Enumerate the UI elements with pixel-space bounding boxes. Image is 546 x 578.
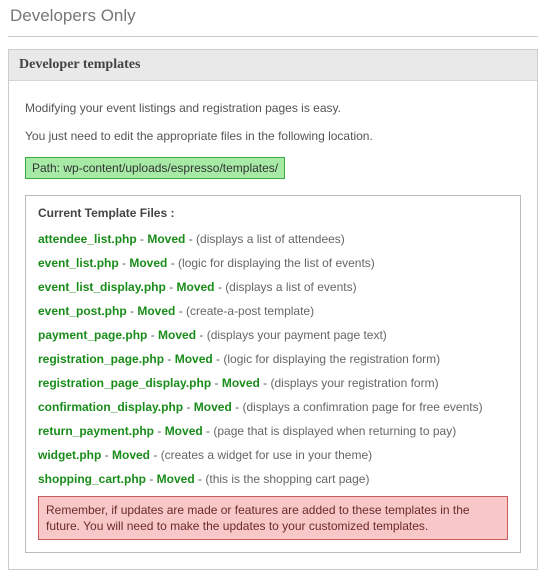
template-file-status: Moved <box>112 448 150 462</box>
template-file-description: (creates a widget for use in your theme) <box>161 448 372 462</box>
template-file-name: event_list.php <box>38 256 119 270</box>
separator: - <box>183 400 194 414</box>
template-file-row: payment_page.php - Moved - (displays you… <box>38 328 508 342</box>
separator: - <box>101 448 112 462</box>
intro-text-1: Modifying your event listings and regist… <box>25 101 521 115</box>
separator: - <box>196 328 207 342</box>
templates-path-box: Path: wp-content/uploads/espresso/templa… <box>25 157 285 179</box>
developer-templates-panel: Developer templates Modifying your event… <box>8 49 538 570</box>
panel-body: Modifying your event listings and regist… <box>9 81 537 569</box>
template-file-row: widget.php - Moved - (creates a widget f… <box>38 448 508 462</box>
template-file-name: registration_page.php <box>38 352 164 366</box>
separator: - <box>215 280 226 294</box>
separator: - <box>232 400 243 414</box>
template-file-name: shopping_cart.php <box>38 472 146 486</box>
template-file-name: return_payment.php <box>38 424 154 438</box>
separator: - <box>164 352 175 366</box>
template-file-description: (page that is displayed when returning t… <box>213 424 456 438</box>
panel-header: Developer templates <box>9 50 537 81</box>
template-file-description: (displays a list of attendees) <box>196 232 345 246</box>
separator: - <box>147 328 158 342</box>
template-file-row: event_list.php - Moved - (logic for disp… <box>38 256 508 270</box>
template-file-name: widget.php <box>38 448 101 462</box>
template-file-status: Moved <box>175 352 213 366</box>
warning-box: Remember, if updates are made or feature… <box>38 496 508 540</box>
template-file-name: confirmation_display.php <box>38 400 183 414</box>
template-file-description: (logic for displaying the list of events… <box>178 256 375 270</box>
template-file-row: attendee_list.php - Moved - (displays a … <box>38 232 508 246</box>
separator: - <box>203 424 214 438</box>
template-file-row: return_payment.php - Moved - (page that … <box>38 424 508 438</box>
separator: - <box>154 424 165 438</box>
template-file-name: attendee_list.php <box>38 232 137 246</box>
template-file-name: event_list_display.php <box>38 280 166 294</box>
separator: - <box>213 352 224 366</box>
template-file-name: payment_page.php <box>38 328 147 342</box>
template-file-description: (create-a-post template) <box>186 304 314 318</box>
template-file-status: Moved <box>157 472 195 486</box>
template-file-row: shopping_cart.php - Moved - (this is the… <box>38 472 508 486</box>
template-file-description: (displays your registration form) <box>271 376 439 390</box>
template-file-status: Moved <box>129 256 167 270</box>
separator: - <box>150 448 161 462</box>
template-file-row: event_post.php - Moved - (create-a-post … <box>38 304 508 318</box>
template-file-status: Moved <box>147 232 185 246</box>
separator: - <box>119 256 130 270</box>
template-file-row: event_list_display.php - Moved - (displa… <box>38 280 508 294</box>
template-file-description: (displays your payment page text) <box>207 328 387 342</box>
divider <box>8 36 538 37</box>
template-file-name: event_post.php <box>38 304 127 318</box>
template-file-status: Moved <box>158 328 196 342</box>
template-file-description: (displays a confimration page for free e… <box>242 400 482 414</box>
separator: - <box>260 376 271 390</box>
template-file-status: Moved <box>137 304 175 318</box>
template-file-row: confirmation_display.php - Moved - (disp… <box>38 400 508 414</box>
template-file-description: (this is the shopping cart page) <box>205 472 369 486</box>
template-files-title: Current Template Files : <box>38 206 508 220</box>
template-files-box: Current Template Files : attendee_list.p… <box>25 195 521 553</box>
page-title: Developers Only <box>0 0 546 36</box>
template-file-status: Moved <box>194 400 232 414</box>
separator: - <box>166 280 177 294</box>
separator: - <box>175 304 186 318</box>
template-file-status: Moved <box>177 280 215 294</box>
template-file-status: Moved <box>222 376 260 390</box>
template-file-name: registration_page_display.php <box>38 376 211 390</box>
separator: - <box>211 376 222 390</box>
template-files-list: attendee_list.php - Moved - (displays a … <box>38 232 508 486</box>
template-file-description: (logic for displaying the registration f… <box>223 352 440 366</box>
template-file-description: (displays a list of events) <box>225 280 356 294</box>
separator: - <box>167 256 178 270</box>
template-file-row: registration_page.php - Moved - (logic f… <box>38 352 508 366</box>
separator: - <box>127 304 138 318</box>
separator: - <box>185 232 196 246</box>
separator: - <box>146 472 157 486</box>
separator: - <box>195 472 206 486</box>
intro-text-2: You just need to edit the appropriate fi… <box>25 129 521 143</box>
template-file-status: Moved <box>165 424 203 438</box>
template-file-row: registration_page_display.php - Moved - … <box>38 376 508 390</box>
separator: - <box>137 232 148 246</box>
